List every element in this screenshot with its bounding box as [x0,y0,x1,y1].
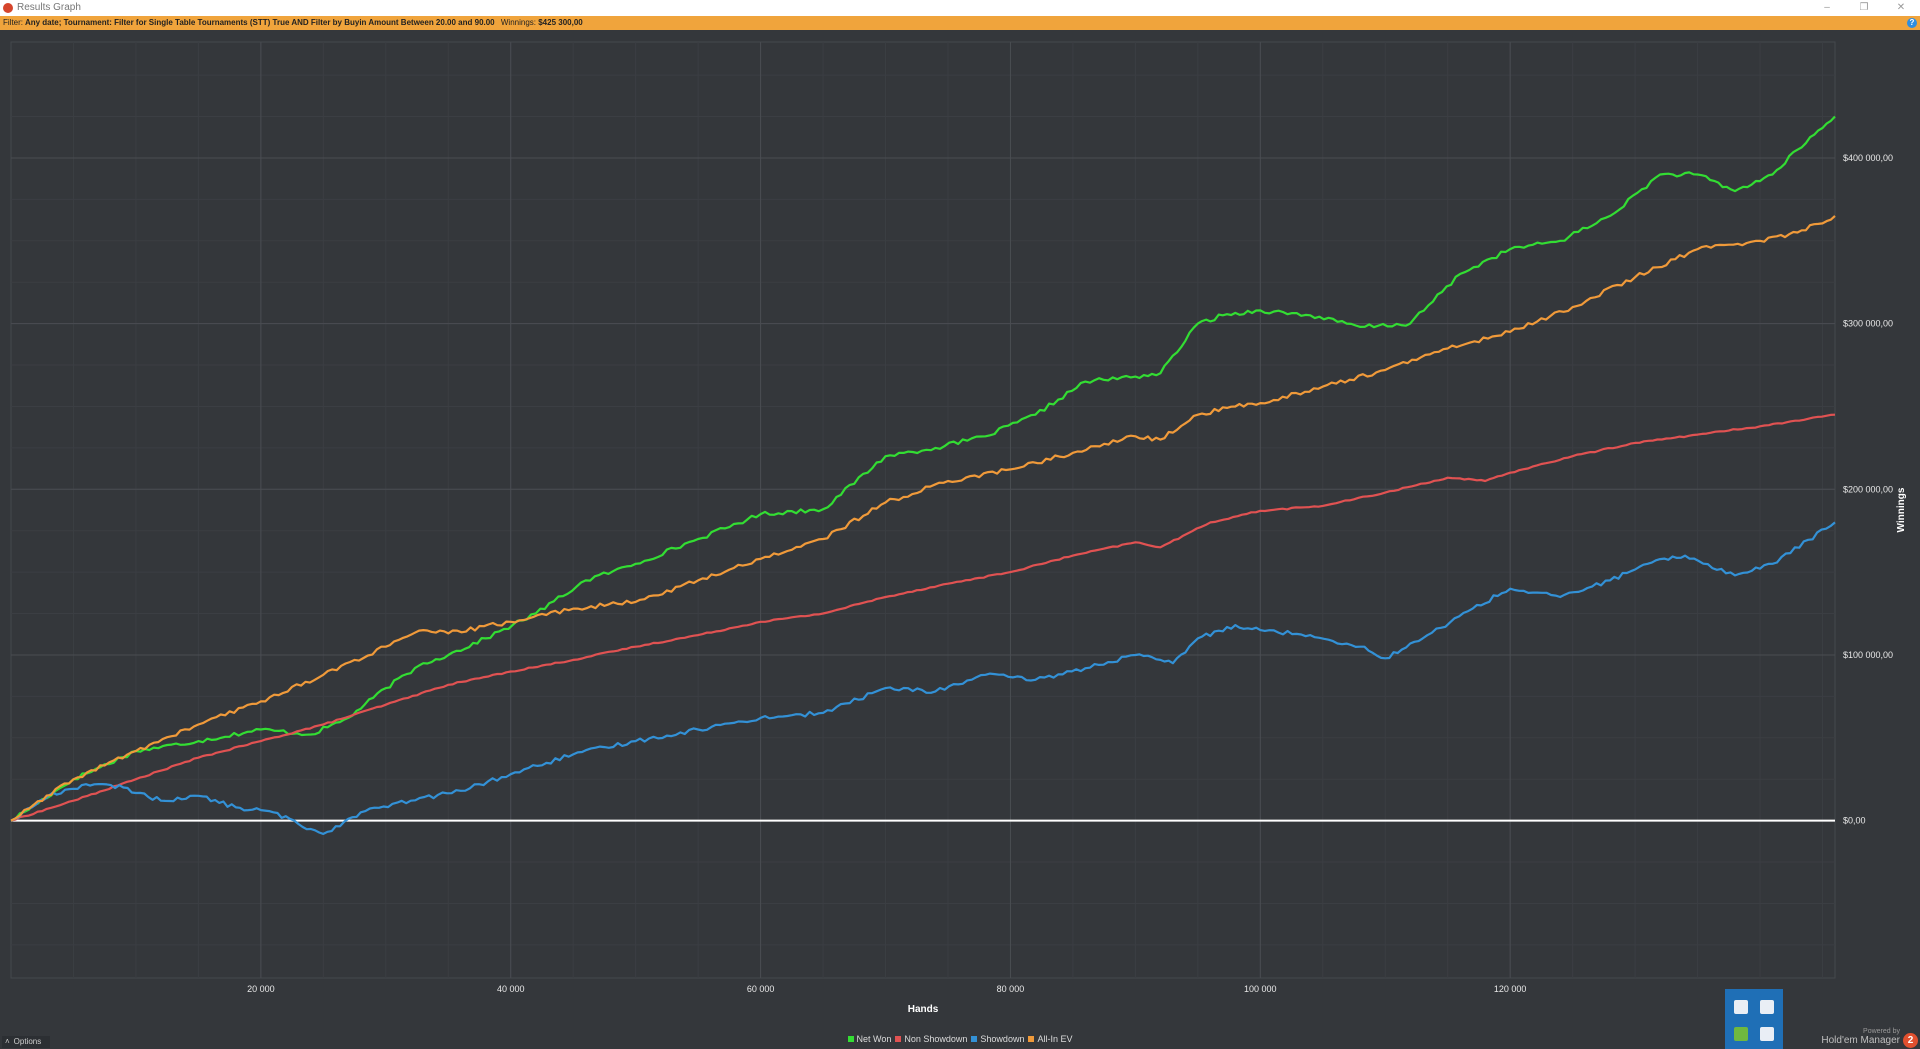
filter-text: Any date; Tournament: Filter for Single … [24,18,495,27]
y-tick-label: $200 000,00 [1843,484,1893,494]
window-title: Results Graph [17,2,81,13]
y-tick-label: $400 000,00 [1843,153,1893,163]
powered-by-text: Powered by [1863,1028,1900,1035]
legend-swatch [1028,1036,1035,1042]
options-button[interactable]: ˄ Options [2,1036,50,1048]
product-name: Hold'em Manager [1821,1035,1900,1046]
legend-item[interactable]: All-In EV [1028,1034,1072,1044]
x-tick-label: 120 000 [1494,984,1527,994]
help-icon[interactable]: ? [1907,18,1917,28]
tray-shield-icon[interactable] [1760,1000,1774,1014]
close-icon[interactable]: ✕ [1886,0,1916,16]
legend-item[interactable]: Showdown [971,1034,1024,1044]
winnings-value: $425 300,00 [538,18,583,27]
product-version-badge: 2 [1903,1033,1918,1048]
x-tick-label: 60 000 [747,984,775,994]
x-axis-title: Hands [908,1004,939,1015]
chart-legend: Net Won Non Showdown Showdown All-In EV [0,1034,1920,1044]
tray-hud-icon[interactable] [1760,1027,1774,1041]
tray-nvidia-icon[interactable] [1734,1027,1748,1041]
legend-swatch [895,1036,902,1042]
legend-item[interactable]: Non Showdown [895,1034,967,1044]
plot-area [10,41,1836,979]
title-bar: Results Graph – ❐ ✕ [0,0,1920,16]
x-tick-label: 80 000 [997,984,1025,994]
tray-app-icon[interactable] [1734,1000,1748,1014]
legend-label: Showdown [980,1034,1025,1044]
results-chart: 20 000 40 000 60 000 80 000 100 000 120 000 $0… [10,41,1907,1015]
legend-item[interactable]: Net Won [847,1034,892,1044]
y-tick-label: $100 000,00 [1843,650,1893,660]
x-tick-label: 20 000 [247,984,275,994]
legend-label: All-In EV [1037,1034,1073,1044]
app-logo-icon [3,3,13,13]
x-tick-label: 40 000 [497,984,525,994]
legend-label: Net Won [856,1034,892,1044]
y-axis-title: Winnings [1896,487,1907,532]
y-tick-label: $300 000,00 [1843,319,1893,329]
chevron-up-icon: ˄ [5,1037,10,1046]
brand-credit: Powered by Hold'em Manager [1821,1028,1900,1046]
options-label: Options [13,1037,42,1046]
x-tick-label: 100 000 [1244,984,1277,994]
restore-icon[interactable]: ❐ [1849,0,1879,16]
filter-bar: Filter: Any date; Tournament: Filter for… [0,16,1920,30]
winnings-label: Winnings: [500,18,536,27]
legend-swatch [971,1036,978,1042]
minimize-icon[interactable]: – [1812,0,1842,16]
legend-label: Non Showdown [904,1034,968,1044]
legend-swatch [847,1036,854,1042]
y-tick-label: $0,00 [1843,816,1866,826]
filter-label: Filter: [3,18,23,27]
taskbar-tray-popup [1725,989,1783,1049]
